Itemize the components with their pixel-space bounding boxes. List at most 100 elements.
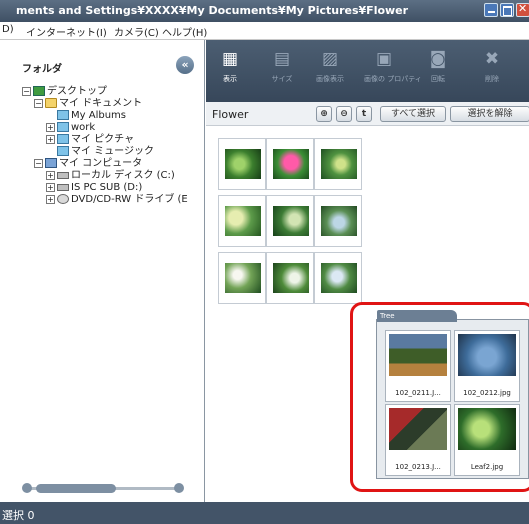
expander-icon[interactable]: − bbox=[34, 158, 43, 168]
expander-icon[interactable]: − bbox=[22, 86, 31, 96]
thumbnail[interactable] bbox=[218, 195, 266, 247]
folder-panel: フォルダ « − デスクトップ − マイ ドキュメント My Albums + wor… bbox=[0, 40, 205, 502]
menu-item-tools[interactable]: D) bbox=[2, 24, 14, 35]
tree-node-my-albums[interactable]: My Albums bbox=[57, 110, 126, 122]
maximize-button[interactable] bbox=[500, 3, 514, 17]
tree-tab[interactable]: Tree bbox=[377, 310, 457, 322]
status-bar: 選択 0 bbox=[0, 502, 529, 524]
expander-icon[interactable]: + bbox=[46, 182, 55, 192]
popup-thumbnail-image bbox=[389, 334, 447, 376]
expander-icon[interactable]: + bbox=[46, 122, 55, 132]
thumbnail[interactable] bbox=[314, 195, 362, 247]
menu-item-internet[interactable]: インターネット(I) bbox=[26, 24, 107, 39]
cd-drive-icon bbox=[57, 194, 69, 204]
popup-thumbnail[interactable]: 102_0211.J... bbox=[385, 330, 451, 402]
expander-icon[interactable]: + bbox=[46, 194, 55, 204]
tree-popup: Tree 102_0211.J... 102_0212.jpg 102_0213… bbox=[376, 310, 529, 479]
window-title: ments and Settings¥XXXX¥My Documents¥My … bbox=[16, 4, 409, 17]
tree-node-my-music[interactable]: マイ ミュージック bbox=[57, 146, 154, 158]
tree-node-label: マイ コンピュータ bbox=[59, 158, 143, 169]
thumbnail[interactable] bbox=[266, 252, 314, 304]
tree-node-local-disk-c[interactable]: + ローカル ディスク (C:) bbox=[46, 170, 175, 182]
tree-node-dvd-e[interactable]: + DVD/CD-RW ドライブ (E bbox=[46, 194, 188, 206]
properties-button-label: 画像の プロパティ bbox=[364, 75, 422, 83]
expander-icon[interactable]: − bbox=[34, 98, 43, 108]
view-button[interactable]: ▦ 表示 bbox=[210, 48, 250, 96]
thumbnail-image bbox=[321, 263, 357, 293]
tree-node-drive-d[interactable]: + IS PC SUB (D:) bbox=[46, 182, 142, 194]
image-view-icon: ▨ bbox=[321, 49, 339, 69]
scroll-thumb[interactable] bbox=[36, 484, 116, 493]
scroll-right-icon[interactable] bbox=[174, 483, 184, 493]
thumbnail[interactable] bbox=[266, 138, 314, 190]
thumbnail[interactable] bbox=[314, 138, 362, 190]
tree-node-label: マイ ミュージック bbox=[71, 146, 154, 157]
select-all-button[interactable]: すべて選択 bbox=[380, 106, 446, 122]
thumbnail[interactable] bbox=[218, 252, 266, 304]
tree-node-my-computer[interactable]: − マイ コンピュータ bbox=[34, 158, 142, 170]
drive-icon bbox=[57, 171, 69, 179]
folder-icon bbox=[57, 146, 69, 156]
popup-thumbnail-image bbox=[458, 408, 516, 450]
current-folder-label: Flower bbox=[212, 108, 249, 121]
delete-icon: ✖ bbox=[484, 49, 500, 69]
size-icon: ▤ bbox=[273, 49, 291, 69]
up-folder-button[interactable]: t bbox=[356, 106, 372, 122]
tree-node-desktop[interactable]: − デスクトップ bbox=[22, 86, 107, 98]
drive-icon bbox=[57, 183, 69, 191]
selection-count: 選択 0 bbox=[2, 509, 35, 522]
properties-button[interactable]: ▣ 画像の プロパティ bbox=[364, 48, 422, 96]
close-button[interactable] bbox=[516, 2, 529, 17]
menu-item-camera[interactable]: カメラ(C) bbox=[114, 24, 159, 39]
image-view-button[interactable]: ▨ 画像表示 bbox=[310, 48, 350, 96]
properties-icon: ▣ bbox=[375, 49, 393, 69]
popup-thumbnail[interactable]: Leaf2.jpg bbox=[454, 404, 520, 476]
zoom-in-button[interactable]: ⊕ bbox=[316, 106, 332, 122]
expander-icon[interactable]: + bbox=[46, 170, 55, 180]
thumbnail-image bbox=[321, 149, 357, 179]
size-button-label: サイズ bbox=[271, 75, 293, 83]
size-button[interactable]: ▤ サイズ bbox=[262, 48, 302, 96]
folder-icon bbox=[57, 110, 69, 120]
zoom-out-button[interactable]: ⊖ bbox=[336, 106, 352, 122]
menu-item-help[interactable]: ヘルプ(H) bbox=[162, 24, 207, 39]
tree-node-my-pictures[interactable]: + マイ ピクチャ bbox=[46, 134, 134, 146]
tree-node-label: DVD/CD-RW ドライブ (E bbox=[71, 194, 188, 205]
rotate-icon: ◙ bbox=[429, 49, 447, 69]
popup-thumbnail-caption: Leaf2.jpg bbox=[470, 463, 504, 471]
popup-thumbnail[interactable]: 102_0212.jpg bbox=[454, 330, 520, 402]
scroll-left-icon[interactable] bbox=[22, 483, 32, 493]
thumbnail-image bbox=[273, 263, 309, 293]
thumbnail[interactable] bbox=[218, 138, 266, 190]
thumbnail-image bbox=[225, 149, 261, 179]
horizontal-scrollbar[interactable] bbox=[22, 483, 187, 493]
popup-thumbnail-caption: 102_0213.J... bbox=[395, 463, 441, 471]
path-bar: Flower ⊕ ⊖ t すべて選択 選択を解除 bbox=[206, 102, 529, 126]
desktop-icon bbox=[33, 86, 45, 96]
delete-button-label: 削除 bbox=[485, 75, 499, 83]
deselect-button[interactable]: 選択を解除 bbox=[450, 106, 529, 122]
image-view-button-label: 画像表示 bbox=[316, 75, 344, 83]
thumbnail-image bbox=[225, 263, 261, 293]
tree-node-label: デスクトップ bbox=[47, 86, 107, 97]
collapse-panel-icon[interactable]: « bbox=[176, 56, 194, 74]
popup-thumbnail-caption: 102_0212.jpg bbox=[463, 389, 511, 397]
folder-header: フォルダ bbox=[0, 56, 204, 76]
tree-node-work[interactable]: + work bbox=[46, 122, 95, 134]
popup-thumbnail[interactable]: 102_0213.J... bbox=[385, 404, 451, 476]
minimize-button[interactable] bbox=[484, 3, 498, 17]
folder-icon bbox=[57, 134, 69, 144]
delete-button[interactable]: ✖ 削除 bbox=[472, 48, 512, 96]
computer-icon bbox=[45, 158, 57, 168]
tree-node-label: My Albums bbox=[71, 110, 126, 121]
thumbnail-image bbox=[321, 206, 357, 236]
thumbnail[interactable] bbox=[314, 252, 362, 304]
tree-node-my-documents[interactable]: − マイ ドキュメント bbox=[34, 98, 142, 110]
rotate-button-label: 回転 bbox=[431, 75, 445, 83]
rotate-button[interactable]: ◙ 回転 bbox=[418, 48, 458, 96]
expander-icon[interactable]: + bbox=[46, 134, 55, 144]
menu-bar: D) インターネット(I) カメラ(C) ヘルプ(H) bbox=[0, 22, 529, 40]
popup-thumbnail-caption: 102_0211.J... bbox=[395, 389, 441, 397]
thumbnail[interactable] bbox=[266, 195, 314, 247]
popup-thumbnail-image bbox=[458, 334, 516, 376]
